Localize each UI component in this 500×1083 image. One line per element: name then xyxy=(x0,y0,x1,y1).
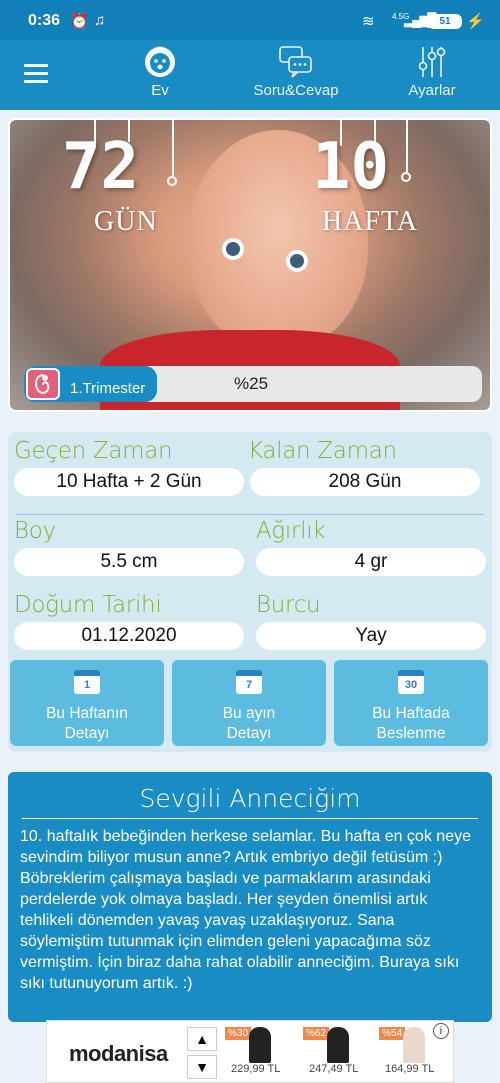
elapsed-time-value: 10 Hafta + 2 Gün xyxy=(14,468,244,496)
tab-ayarlar-label: Ayarlar xyxy=(408,82,456,99)
headphones-icon: ♫ xyxy=(94,12,106,29)
hanger-string xyxy=(406,120,408,172)
tab-ayarlar[interactable]: Ayarlar xyxy=(398,44,466,99)
week-nutrition-button[interactable]: 30 Bu Haftada Beslenme xyxy=(334,660,488,746)
week-detail-line1: Bu Haftanın xyxy=(46,705,128,722)
fetus-icon xyxy=(26,368,60,400)
pregnancy-info-card: Geçen Zaman Kalan Zaman 10 Hafta + 2 Gün… xyxy=(8,432,492,752)
baby-face-icon xyxy=(145,46,175,77)
baby-hero-image: 72 GÜN 10 HAFTA 1.Trimester %25 xyxy=(8,118,492,412)
month-detail-line2: Detayı xyxy=(226,725,272,742)
message-title: Sevgili Anneciğim xyxy=(139,784,361,813)
wifi-icon: ≋ xyxy=(362,13,375,30)
ad-price: 229,99 TL xyxy=(231,1063,281,1075)
menu-icon[interactable] xyxy=(24,64,48,84)
weeks-count: 10 xyxy=(312,130,390,204)
remaining-time-label: Kalan Zaman xyxy=(248,438,397,464)
week-nutrition-line1: Bu Haftada xyxy=(372,705,450,722)
zodiac-value: Yay xyxy=(256,622,486,650)
chat-bubbles-icon xyxy=(279,46,312,78)
product-image xyxy=(403,1027,425,1063)
tab-ev-label: Ev xyxy=(151,82,169,99)
ad-up-arrow[interactable]: ▲ xyxy=(187,1027,217,1051)
ad-down-arrow[interactable]: ▼ xyxy=(187,1055,217,1079)
pregnancy-progress-bar: 1.Trimester %25 xyxy=(24,366,482,402)
weeks-unit: HAFTA xyxy=(322,206,419,237)
days-unit: GÜN xyxy=(94,206,158,237)
baby-eye xyxy=(222,238,244,260)
alarm-icon: ⏰ xyxy=(70,13,89,30)
app-bar: Ev Soru&Cevap Ayarlar xyxy=(0,40,500,110)
ad-banner[interactable]: modanisa ▲ ▼ %30 229,99 TL %62 247,49 TL… xyxy=(46,1020,454,1083)
ad-price: 164,99 TL xyxy=(385,1063,435,1075)
length-value: 5.5 cm xyxy=(14,548,244,576)
ad-discount: %30 xyxy=(225,1027,252,1040)
elapsed-time-label: Geçen Zaman xyxy=(14,438,173,464)
battery-level: 51 xyxy=(428,14,462,29)
trimester-label: 1.Trimester xyxy=(70,380,146,397)
divider xyxy=(16,514,484,515)
ad-price: 247,49 TL xyxy=(309,1063,359,1075)
tab-soru-cevap-label: Soru&Cevap xyxy=(253,82,339,99)
zodiac-label: Burcu xyxy=(256,592,321,618)
ad-brand-logo[interactable]: modanisa xyxy=(69,1041,168,1067)
product-image xyxy=(249,1027,271,1063)
product-image xyxy=(327,1027,349,1063)
tab-soru-cevap[interactable]: Soru&Cevap xyxy=(248,44,344,99)
ad-discount: %54 xyxy=(379,1027,406,1040)
birth-date-label: Doğum Tarihi xyxy=(14,592,162,618)
month-detail-button[interactable]: 7 Bu ayın Detayı xyxy=(172,660,326,746)
birth-date-value: 01.12.2020 xyxy=(14,622,244,650)
charging-icon: ⚡ xyxy=(466,13,485,30)
sliders-icon xyxy=(418,47,446,77)
progress-percent: %25 xyxy=(234,374,269,393)
ad-info-icon[interactable]: i xyxy=(433,1023,449,1039)
length-label: Boy xyxy=(14,518,56,544)
hanger-ring xyxy=(401,172,411,182)
message-divider xyxy=(22,818,478,819)
week-detail-button[interactable]: 1 Bu Haftanın Detayı xyxy=(10,660,164,746)
ad-product[interactable]: %62 247,49 TL xyxy=(303,1023,367,1081)
baby-message-card: Sevgili Anneciğim 10. haftalık bebeğinde… xyxy=(8,772,492,1022)
weight-label: Ağırlık xyxy=(256,518,326,544)
calendar-icon: 30 xyxy=(398,670,424,694)
days-count: 72 xyxy=(62,130,140,204)
tab-ev[interactable]: Ev xyxy=(130,44,190,99)
week-nutrition-line2: Beslenme xyxy=(376,725,446,742)
weight-value: 4 gr xyxy=(256,548,486,576)
month-detail-line1: Bu ayın xyxy=(222,705,276,722)
ad-discount: %62 xyxy=(303,1027,330,1040)
calendar-icon: 1 xyxy=(74,670,100,694)
calendar-icon: 7 xyxy=(236,670,262,694)
hanger-ring xyxy=(167,176,177,186)
status-bar: 0:36 ⏰ ♫ ≋ 4.5G ▂▄▆█ 51 ⚡ xyxy=(0,0,500,40)
week-detail-line2: Detayı xyxy=(64,725,110,742)
message-body: 10. haftalık bebeğinden herkese selamlar… xyxy=(20,828,471,992)
status-time: 0:36 xyxy=(28,12,61,29)
remaining-time-value: 208 Gün xyxy=(250,468,480,496)
baby-eye xyxy=(286,250,308,272)
hanger-string xyxy=(172,120,174,176)
ad-product[interactable]: %30 229,99 TL xyxy=(225,1023,289,1081)
